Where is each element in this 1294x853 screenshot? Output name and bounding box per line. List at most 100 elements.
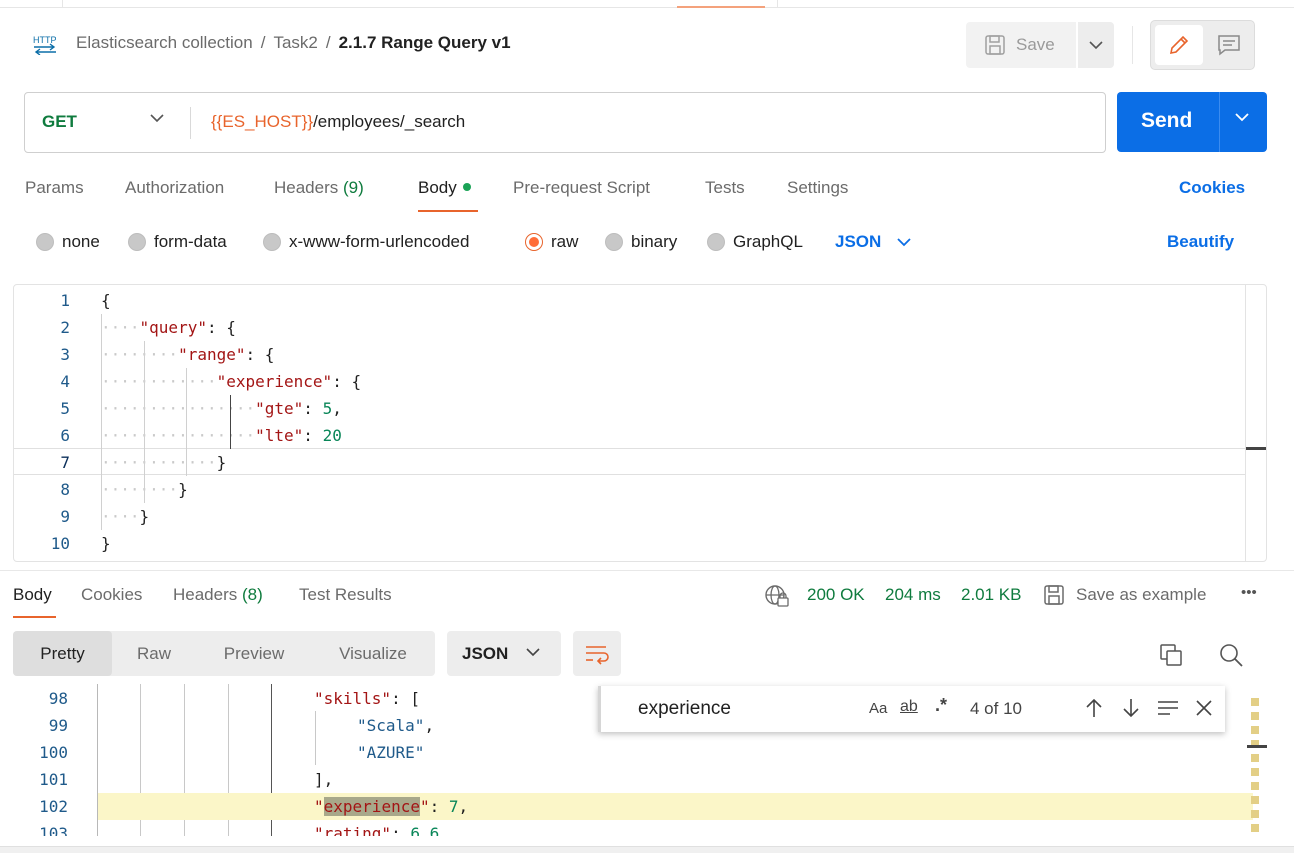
view-pretty[interactable]: Pretty (13, 631, 112, 676)
body-type-urlencoded[interactable]: x-www-form-urlencoded (263, 232, 469, 252)
radio-button[interactable] (128, 233, 146, 251)
code-text: ················"gte": 5, (101, 399, 342, 418)
match-case-toggle[interactable]: Aa (869, 700, 887, 717)
send-button-group: Send (1117, 92, 1267, 152)
radio-button[interactable] (263, 233, 281, 251)
radio-button-selected[interactable] (525, 233, 543, 251)
url-divider (190, 107, 191, 139)
chevron-down-icon (1089, 40, 1103, 49)
tab-response-body[interactable]: Body (13, 585, 52, 605)
globe-icon[interactable] (764, 584, 790, 608)
response-format-select[interactable]: JSON (447, 631, 561, 676)
line-number: 7 (60, 453, 70, 472)
tab-body[interactable]: Body (418, 178, 471, 198)
wrap-lines-button[interactable] (573, 631, 621, 676)
comments-button[interactable] (1205, 25, 1253, 65)
code-line: 101], (13, 766, 1253, 793)
code-text: "Scala", (357, 716, 435, 735)
view-preview[interactable]: Preview (208, 631, 300, 676)
find-in-selection-icon[interactable] (1157, 697, 1179, 719)
tab-prerequest-script[interactable]: Pre-request Script (513, 178, 650, 198)
request-tabs: Params Authorization Headers (9) Body Pr… (25, 176, 1265, 216)
tab-params[interactable]: Params (25, 178, 84, 198)
code-line: 3 ········"range": { (14, 341, 1246, 368)
tab-test-results[interactable]: Test Results (299, 585, 392, 605)
tab-authorization[interactable]: Authorization (125, 178, 224, 198)
save-group: Save (966, 22, 1114, 68)
chevron-down-icon[interactable] (1235, 113, 1249, 122)
url-variable: {{ES_HOST}} (211, 112, 314, 131)
tab-response-headers[interactable]: Headers (8) (173, 585, 263, 605)
method-select[interactable]: GET (42, 112, 77, 132)
code-text: } (101, 534, 111, 553)
search-match: experience (323, 797, 420, 816)
response-size[interactable]: 2.01 KB (961, 585, 1022, 605)
breadcrumb-collection[interactable]: Elasticsearch collection (76, 33, 253, 52)
tab-response-cookies[interactable]: Cookies (81, 585, 142, 605)
save-options-button[interactable] (1078, 22, 1114, 68)
save-icon (985, 35, 1005, 55)
raw-format-select[interactable]: JSON (835, 232, 911, 252)
line-number: 103 (39, 824, 68, 836)
request-body-editor[interactable]: 1{ 2 ····"query": { 3 ········"range": { 4… (13, 284, 1267, 562)
response-divider (0, 570, 1294, 571)
search-icon[interactable] (1218, 642, 1244, 668)
save-as-example-button[interactable]: Save as example (1076, 585, 1206, 605)
radio-button[interactable] (36, 233, 54, 251)
regex-toggle[interactable]: .* (935, 695, 947, 716)
tab-settings[interactable]: Settings (787, 178, 848, 198)
code-line: 1{ (14, 287, 1246, 314)
response-format-label: JSON (462, 644, 509, 663)
code-text: "skills": [ (314, 689, 420, 708)
arrow-up-icon[interactable] (1084, 697, 1104, 719)
body-type-form-data[interactable]: form-data (128, 232, 227, 252)
chevron-down-icon[interactable] (150, 114, 164, 123)
code-text: "experience": 7, (314, 797, 469, 816)
close-icon[interactable] (1195, 699, 1213, 717)
body-type-graphql[interactable]: GraphQL (707, 232, 803, 252)
line-number: 4 (60, 372, 70, 391)
tab-tests[interactable]: Tests (705, 178, 745, 198)
breadcrumb-request-name[interactable]: 2.1.7 Range Query v1 (339, 33, 511, 52)
edit-mode-button[interactable] (1155, 25, 1203, 65)
save-button[interactable]: Save (966, 22, 1076, 68)
code-line: 5 ················"gte": 5, (14, 395, 1246, 422)
find-widget: Aa ab .* 4 of 10 (598, 686, 1225, 732)
body-type-binary[interactable]: binary (605, 232, 677, 252)
more-options-button[interactable]: ••• (1241, 584, 1257, 601)
body-type-none[interactable]: none (36, 232, 100, 252)
indent-guide-active (230, 395, 231, 449)
top-tab-strip (0, 0, 1294, 8)
radio-button[interactable] (605, 233, 623, 251)
code-line-current: 7 ············} (14, 448, 1246, 475)
response-time[interactable]: 204 ms (885, 585, 941, 605)
copy-icon[interactable] (1158, 642, 1184, 668)
status-code[interactable]: 200 OK (807, 585, 865, 605)
comment-icon (1218, 35, 1240, 56)
whole-word-toggle[interactable]: ab (900, 698, 918, 716)
send-divider (1219, 92, 1220, 152)
svg-text:HTTP: HTTP (33, 35, 57, 45)
tab-response-headers-label: Headers (173, 585, 238, 604)
breadcrumb-folder[interactable]: Task2 (273, 33, 317, 52)
editor-scrollbar[interactable] (1245, 285, 1246, 561)
url-input[interactable]: {{ES_HOST}}/employees/_search (211, 112, 465, 132)
view-visualize[interactable]: Visualize (323, 631, 423, 676)
tab-response-headers-count: (8) (242, 585, 263, 604)
radio-button[interactable] (707, 233, 725, 251)
response-tabs: Body Cookies Headers (8) Test Results 20… (13, 584, 1283, 618)
code-text: { (101, 291, 111, 310)
breadcrumb-separator: / (325, 33, 331, 52)
beautify-link[interactable]: Beautify (1167, 232, 1234, 252)
code-text: ················"lte": 20 (101, 426, 342, 445)
view-raw[interactable]: Raw (118, 631, 190, 676)
body-type-raw[interactable]: raw (525, 232, 578, 252)
cookies-link[interactable]: Cookies (1179, 178, 1245, 198)
line-number: 100 (39, 743, 68, 762)
scrollbar-cursor-mark (1247, 745, 1267, 748)
arrow-down-icon[interactable] (1121, 697, 1141, 719)
send-button[interactable]: Send (1141, 109, 1192, 133)
save-icon (1044, 585, 1064, 605)
tab-headers-count: (9) (343, 178, 364, 197)
tab-headers[interactable]: Headers (9) (274, 178, 364, 198)
